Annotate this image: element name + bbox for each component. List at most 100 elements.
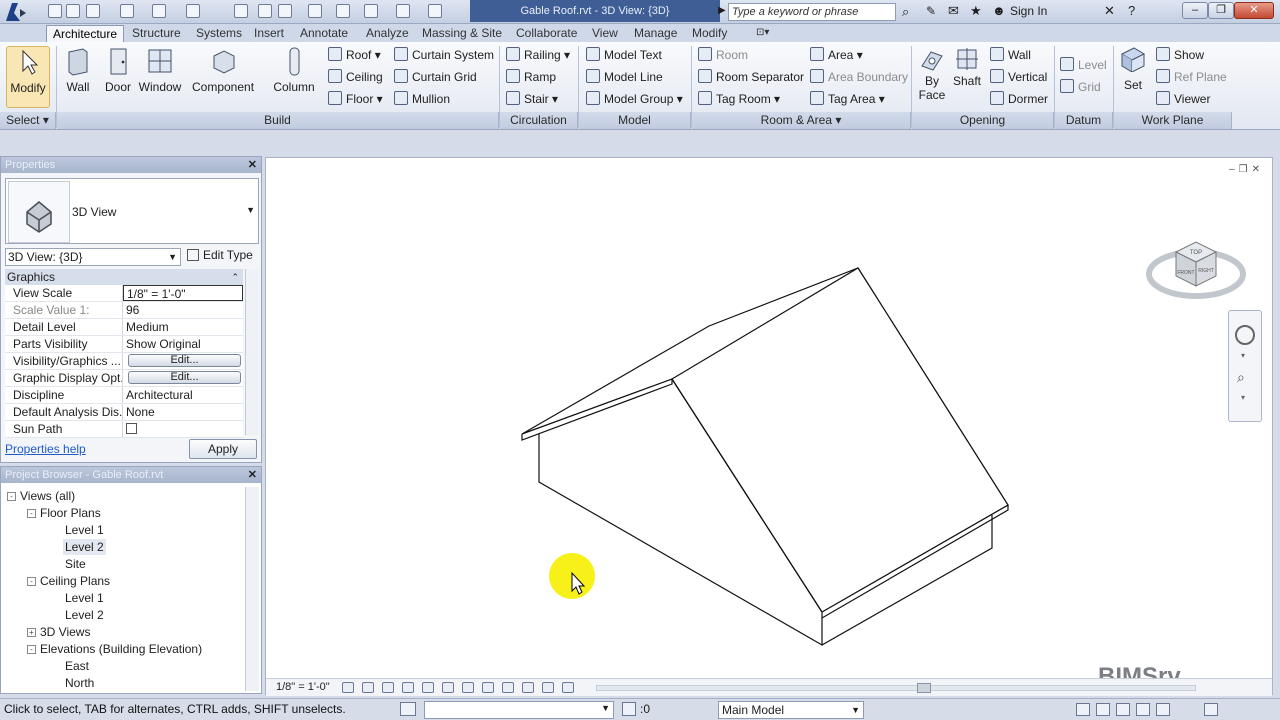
switch-windows-icon[interactable] <box>428 4 442 18</box>
tag-room-button[interactable]: Tag Room ▾ <box>698 90 780 109</box>
grid-button[interactable]: Grid <box>1060 78 1101 97</box>
room-button[interactable]: Room <box>698 46 748 65</box>
collapse-icon[interactable]: - <box>27 645 36 654</box>
tab-structure[interactable]: Structure <box>130 25 183 42</box>
exchange-apps-icon[interactable]: ✕ <box>1104 3 1115 19</box>
model-group-button[interactable]: Model Group ▾ <box>586 90 683 109</box>
ref-plane-button[interactable]: Ref Plane <box>1156 68 1227 87</box>
editable-only-icon[interactable] <box>622 702 636 716</box>
zoom-dropdown-icon[interactable]: ▾ <box>1241 393 1245 402</box>
tree-node-ceiling-level-2[interactable]: Level 2 <box>65 607 104 623</box>
edit-type-button[interactable]: Edit Type <box>187 248 253 262</box>
roof-button[interactable]: Roof ▾ <box>328 46 381 65</box>
sync-icon[interactable] <box>86 4 100 18</box>
shadows-icon[interactable] <box>402 682 414 693</box>
tab-analyze[interactable]: Analyze <box>364 25 411 42</box>
tab-architecture[interactable]: Architecture <box>46 25 125 42</box>
close-properties-icon[interactable]: ✕ <box>248 157 257 173</box>
vertical-opening-button[interactable]: Vertical <box>990 68 1047 87</box>
room-separator-button[interactable]: Room Separator <box>698 68 804 87</box>
collapse-icon[interactable]: - <box>27 509 36 518</box>
floor-button[interactable]: Floor ▾ <box>328 90 383 109</box>
select-underlay-icon[interactable] <box>1096 703 1110 716</box>
text-icon[interactable] <box>278 4 292 18</box>
tab-view[interactable]: View <box>590 25 620 42</box>
analysis-display-icon[interactable] <box>542 682 554 693</box>
properties-help-link[interactable]: Properties help <box>5 442 86 456</box>
filter-icon[interactable] <box>1204 703 1218 716</box>
expand-icon[interactable]: + <box>27 628 36 637</box>
apply-button[interactable]: Apply <box>189 439 257 459</box>
measure-icon[interactable] <box>234 4 248 18</box>
parts-visibility-value[interactable]: Show Original <box>123 336 243 352</box>
visual-style-icon[interactable] <box>362 682 374 693</box>
mullion-button[interactable]: Mullion <box>394 90 450 109</box>
select-pinned-icon[interactable] <box>1116 703 1130 716</box>
viewcube[interactable]: TOP FRONT RIGHT <box>1146 216 1246 306</box>
save-icon[interactable] <box>66 4 80 18</box>
redo-icon[interactable] <box>152 4 166 18</box>
favorites-icon[interactable]: ★ <box>970 3 982 19</box>
dormer-button[interactable]: Dormer <box>990 90 1048 109</box>
sun-path-icon[interactable] <box>382 682 394 693</box>
active-workset-select[interactable]: ▼ <box>424 701 614 719</box>
modify-button[interactable]: Modify <box>6 46 50 108</box>
tree-node-ceiling-plans[interactable]: - Ceiling Plans <box>27 573 110 589</box>
select-by-face-icon[interactable] <box>1136 703 1150 716</box>
curtain-system-button[interactable]: Curtain System <box>394 46 494 65</box>
sign-in-link[interactable]: Sign In <box>1010 4 1047 18</box>
scroll-thumb[interactable] <box>917 683 931 693</box>
set-work-plane-button[interactable]: Set <box>1118 46 1148 92</box>
model-text-button[interactable]: Model Text <box>586 46 662 65</box>
dimension-icon[interactable] <box>258 4 272 18</box>
minimize-button[interactable]: – <box>1182 2 1208 19</box>
rendering-icon[interactable] <box>422 682 434 693</box>
tree-node-3d-views[interactable]: +3D Views <box>27 624 90 640</box>
reveal-hidden-icon[interactable] <box>522 682 534 693</box>
collapse-icon[interactable]: - <box>27 577 36 586</box>
highlight-displacement-icon[interactable] <box>562 682 574 693</box>
search-input[interactable]: Type a keyword or phrase <box>728 3 896 21</box>
select-links-icon[interactable] <box>1076 703 1090 716</box>
tab-massing-site[interactable]: Massing & Site <box>420 25 504 42</box>
tree-node-floor-level-2[interactable]: Level 2 <box>63 539 106 555</box>
model-canvas[interactable] <box>266 158 1272 668</box>
tree-node-views[interactable]: - Views (all) <box>7 488 75 504</box>
search-expand-icon[interactable]: ▶ <box>718 5 726 16</box>
type-selector[interactable]: 3D View ▼ <box>5 178 259 244</box>
show-work-plane-button[interactable]: Show <box>1156 46 1204 65</box>
component-button[interactable]: Component <box>192 46 254 94</box>
crop-view-icon[interactable] <box>442 682 454 693</box>
door-button[interactable]: Door <box>102 46 134 94</box>
detail-level-value[interactable]: Medium <box>123 319 243 335</box>
drawing-viewport[interactable]: –❐✕ TOP FRONT RIGHT ▾ ⌕ ▾ BIMSrv 1/8" = … <box>265 157 1273 696</box>
thin-lines-icon[interactable] <box>364 4 378 18</box>
browser-scrollbar[interactable] <box>245 487 259 691</box>
lock-view-icon[interactable] <box>482 682 494 693</box>
tree-node-site[interactable]: Site <box>65 556 86 572</box>
tab-insert[interactable]: Insert <box>252 25 286 42</box>
communication-center-icon[interactable]: ✉ <box>948 3 959 19</box>
select-panel-label[interactable]: Select ▾ <box>0 112 56 129</box>
collapse-icon[interactable]: ⌃ <box>231 269 239 285</box>
drag-elements-icon[interactable] <box>1156 703 1170 716</box>
by-face-button[interactable]: By Face <box>916 46 948 102</box>
window-button[interactable]: Window <box>138 46 182 94</box>
tree-node-ceiling-level-1[interactable]: Level 1 <box>65 590 104 606</box>
steering-wheel-icon[interactable] <box>1235 325 1255 345</box>
level-button[interactable]: Level <box>1060 56 1107 75</box>
tab-modify[interactable]: Modify <box>690 25 729 42</box>
ceiling-button[interactable]: Ceiling <box>328 68 383 87</box>
print-icon[interactable] <box>186 4 200 18</box>
wall-opening-button[interactable]: Wall <box>990 46 1031 65</box>
wall-button[interactable]: Wall <box>60 46 96 94</box>
tab-collaborate[interactable]: Collaborate <box>514 25 579 42</box>
sun-path-checkbox[interactable] <box>126 423 137 434</box>
close-button[interactable]: ✕ <box>1234 2 1274 19</box>
curtain-grid-button[interactable]: Curtain Grid <box>394 68 477 87</box>
3d-view-icon[interactable] <box>308 4 322 18</box>
properties-scrollbar[interactable] <box>245 269 259 435</box>
area-button[interactable]: Area ▾ <box>810 46 863 65</box>
tree-node-floor-plans[interactable]: - Floor Plans <box>27 505 101 521</box>
close-hidden-windows-icon[interactable] <box>396 4 410 18</box>
